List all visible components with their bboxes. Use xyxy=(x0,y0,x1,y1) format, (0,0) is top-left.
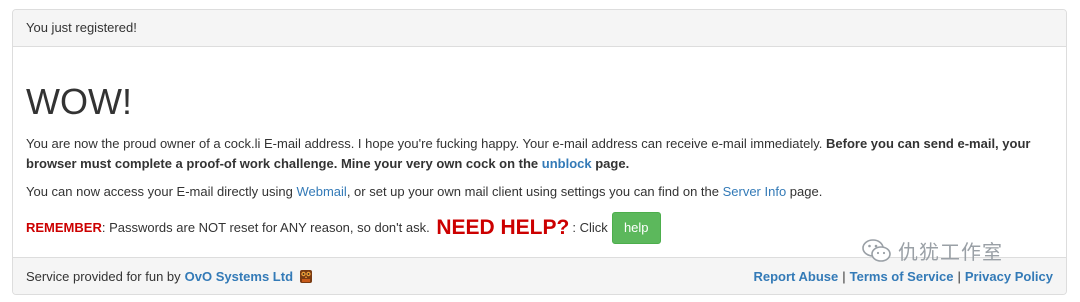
access-text-a: You can now access your E-mail directly … xyxy=(26,184,297,199)
page-headline: WOW! xyxy=(26,81,132,122)
need-help-label: NEED HELP? xyxy=(436,216,570,239)
password-notice: : Passwords are NOT reset for ANY reason… xyxy=(101,220,434,235)
report-abuse-link[interactable]: Report Abuse xyxy=(753,269,838,284)
terms-of-service-link[interactable]: Terms of Service xyxy=(850,269,954,284)
access-text-c: page. xyxy=(786,184,823,199)
unblock-link[interactable]: unblock xyxy=(542,156,592,171)
webmail-link[interactable]: Webmail xyxy=(296,184,346,199)
click-text: : Click xyxy=(572,220,608,235)
help-button[interactable]: help xyxy=(611,212,661,244)
footer-separator: | xyxy=(842,268,846,284)
service-text: Service provided for fun by xyxy=(26,268,181,284)
watermark-text: 仇犹工作室 xyxy=(898,242,1003,264)
company-link[interactable]: OvO Systems Ltd xyxy=(185,269,293,284)
service-credit: Service provided for fun by OvO Systems … xyxy=(26,268,313,284)
proof-of-work-tail: page. xyxy=(591,156,630,171)
wechat-icon xyxy=(862,238,891,262)
access-text-b: , or set up your own mail client using s… xyxy=(346,184,723,199)
footer-separator: | xyxy=(957,268,961,284)
access-paragraph: You can now access your E-mail directly … xyxy=(26,182,1053,202)
panel-heading: You just registered! xyxy=(13,10,1066,47)
owl-logo-icon xyxy=(299,268,313,284)
panel-body: WOW! You are now the proud owner of a co… xyxy=(13,82,1066,244)
footer-links: Report Abuse | Terms of Service | Privacy Po… xyxy=(753,269,1053,284)
ownership-paragraph: You are now the proud owner of a cock.li… xyxy=(26,134,1053,174)
watermark: 仇犹工作室 xyxy=(862,236,1003,265)
ownership-text: You are now the proud owner of a cock.li… xyxy=(26,136,826,151)
server-info-link[interactable]: Server Info xyxy=(723,184,787,199)
panel-title: You just registered! xyxy=(26,20,137,35)
remember-label: REMEMBER xyxy=(26,220,102,235)
privacy-policy-link[interactable]: Privacy Policy xyxy=(965,269,1053,284)
